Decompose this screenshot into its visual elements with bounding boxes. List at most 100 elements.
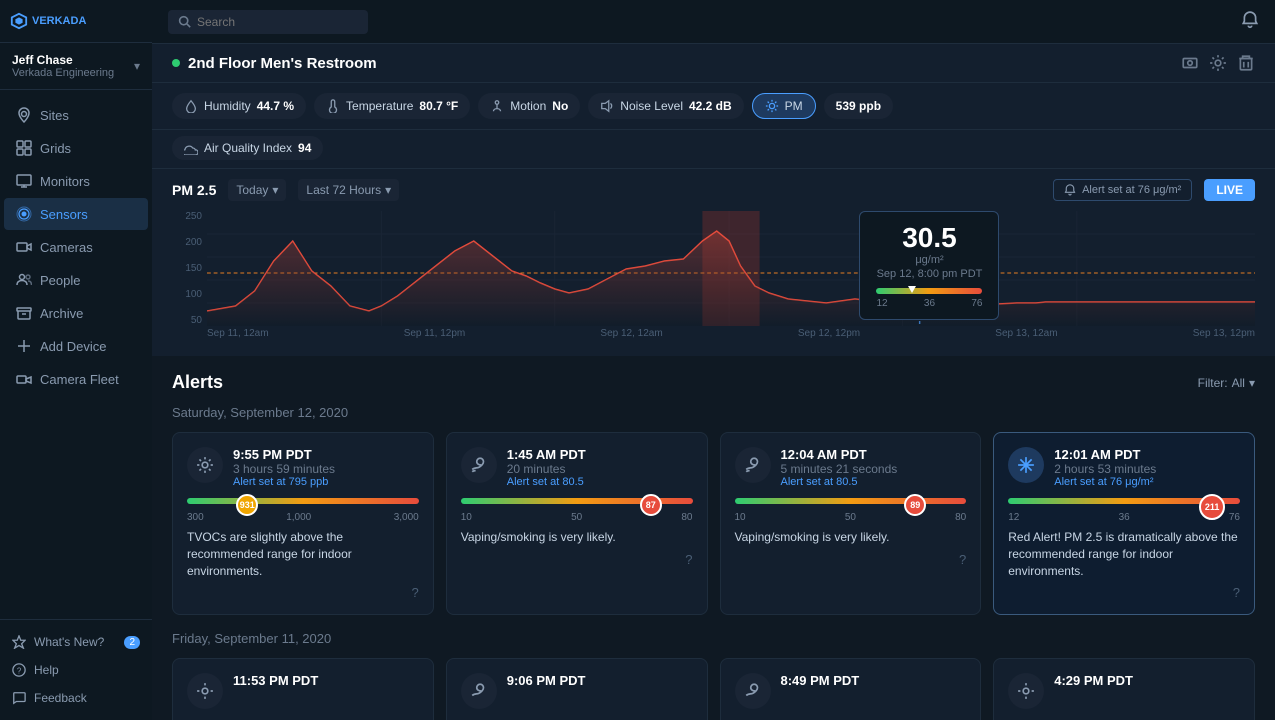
sidebar-item-camera-fleet[interactable]: Camera Fleet (4, 363, 148, 395)
alert-card-smoke2: 12:04 AM PDT 5 minutes 21 seconds Alert … (720, 432, 982, 615)
alert-card-fri-3-header: 8:49 PM PDT (735, 673, 967, 709)
chart-section: PM 2.5 Today ▾ Last 72 Hours ▾ Alert set… (152, 169, 1275, 356)
alert-footer-tvoc: ? (187, 585, 419, 600)
y-label-150: 150 (172, 263, 202, 274)
metric-pm25[interactable]: PM (752, 93, 816, 119)
sidebar-item-people[interactable]: People (4, 264, 148, 296)
y-label-200: 200 (172, 237, 202, 248)
alert-time-smoke2: 12:04 AM PDT (781, 447, 898, 462)
alert-bar-container-tvoc: 931 (187, 498, 419, 504)
sidebar-item-grids[interactable]: Grids (4, 132, 148, 164)
filter-dropdown[interactable]: Filter: All ▾ (1198, 376, 1255, 390)
sidebar-user[interactable]: Jeff Chase Verkada Engineering ▾ (0, 43, 152, 90)
metrics-bar: Humidity 44.7 % Temperature 80.7 °F Moti… (152, 83, 1275, 130)
filter-label: Filter: (1198, 376, 1228, 390)
smoke-icon-1 (470, 456, 488, 474)
info-icon-smoke1[interactable]: ? (685, 552, 692, 567)
bar-label-low: 12 (1008, 512, 1019, 523)
noise-label: Noise Level (620, 99, 683, 113)
bar-label-high: 80 (681, 512, 692, 523)
device-view-icon[interactable] (1181, 54, 1199, 72)
period-chevron: ▾ (272, 183, 278, 197)
y-label-250: 250 (172, 211, 202, 222)
sidebar-item-sensors[interactable]: Sensors (4, 198, 148, 230)
alert-card-fri-4-info: 4:29 PM PDT (1054, 673, 1133, 688)
tooltip-scale: 12 36 76 (876, 288, 982, 309)
info-icon-pm25[interactable]: ? (1233, 585, 1240, 600)
alert-threshold-tvoc: Alert set at 795 ppb (233, 476, 335, 488)
notification-bell-icon[interactable] (1241, 11, 1259, 32)
info-icon-tvoc[interactable]: ? (412, 585, 419, 600)
alerts-section: Alerts Filter: All ▾ Saturday, September… (152, 356, 1275, 720)
thermometer-icon (326, 99, 340, 113)
sidebar-item-camera-fleet-label: Camera Fleet (40, 372, 119, 387)
search-input[interactable] (197, 15, 347, 29)
monitor-icon (16, 173, 32, 189)
info-icon-smoke2[interactable]: ? (959, 552, 966, 567)
metric-temperature[interactable]: Temperature 80.7 °F (314, 93, 470, 119)
alert-time-pm25: 12:01 AM PDT (1054, 447, 1156, 462)
smoke-icon-fri2 (470, 682, 488, 700)
motion-value: No (552, 99, 568, 113)
alert-footer-smoke1: ? (461, 552, 693, 567)
temperature-value: 80.7 °F (419, 99, 458, 113)
sidebar-item-feedback[interactable]: Feedback (0, 684, 152, 712)
sidebar-item-monitors[interactable]: Monitors (4, 165, 148, 197)
period-dropdown[interactable]: Today ▾ (228, 179, 286, 201)
sun-icon (765, 99, 779, 113)
y-label-50: 50 (172, 315, 202, 326)
user-chevron: ▾ (134, 59, 140, 73)
sidebar-item-help[interactable]: ? Help (0, 656, 152, 684)
search-box[interactable] (168, 10, 368, 34)
star-icon (12, 635, 26, 649)
sidebar-item-archive-label: Archive (40, 306, 83, 321)
range-dropdown[interactable]: Last 72 Hours ▾ (298, 179, 399, 201)
sensor-icon (16, 206, 32, 222)
metric-tvoc[interactable]: 539 ppb (824, 93, 893, 119)
feedback-icon (12, 691, 26, 705)
alert-description-smoke1: Vaping/smoking is very likely. (461, 529, 693, 546)
device-settings-icon[interactable] (1209, 54, 1227, 72)
alert-threshold-smoke2: Alert set at 80.5 (781, 476, 898, 488)
chart-container[interactable]: 250 200 150 100 50 30.5 μg/m² Sep 12, 8:… (152, 211, 1275, 356)
sidebar: VERKADA Jeff Chase Verkada Engineering ▾… (0, 0, 152, 720)
whats-new-badge: 2 (124, 636, 140, 649)
alert-card-pm25: 12:01 AM PDT 2 hours 53 minutes Alert se… (993, 432, 1255, 615)
bar-label-mid: 36 (1119, 512, 1130, 523)
settings-icon-fri4 (1017, 682, 1035, 700)
metric-motion[interactable]: Motion No (478, 93, 580, 119)
live-button[interactable]: LIVE (1204, 179, 1255, 201)
alert-bar-labels-smoke1: 10 50 80 (461, 512, 693, 523)
metric-humidity[interactable]: Humidity 44.7 % (172, 93, 306, 119)
sidebar-logo[interactable]: VERKADA (10, 12, 86, 30)
sidebar-item-cameras[interactable]: Cameras (4, 231, 148, 263)
sidebar-item-add-device-label: Add Device (40, 339, 106, 354)
device-delete-icon[interactable] (1237, 54, 1255, 72)
alert-card-smoke1-header: 1:45 AM PDT 20 minutes Alert set at 80.5 (461, 447, 693, 488)
cloud-icon (184, 141, 198, 155)
sidebar-item-people-label: People (40, 273, 80, 288)
alert-description-pm25: Red Alert! PM 2.5 is dramatically above … (1008, 529, 1240, 579)
alert-icon-pm25 (1008, 447, 1044, 483)
alert-card-fri-4-header: 4:29 PM PDT (1008, 673, 1240, 709)
alert-card-fri-2: 9:06 PM PDT (446, 658, 708, 720)
metric-air-quality[interactable]: Air Quality Index 94 (172, 136, 323, 160)
alert-card-fri-1-header: 11:53 PM PDT (187, 673, 419, 709)
sidebar-item-cameras-label: Cameras (40, 240, 93, 255)
sidebar-item-sites[interactable]: Sites (4, 99, 148, 131)
sidebar-item-add-device[interactable]: Add Device (4, 330, 148, 362)
sidebar-item-archive[interactable]: Archive (4, 297, 148, 329)
bar-label-mid: 50 (845, 512, 856, 523)
alert-icon-smoke1 (461, 447, 497, 483)
chart-svg-element[interactable] (207, 211, 1255, 326)
air-quality-value: 94 (298, 141, 311, 155)
period-label: Today (236, 183, 268, 197)
metric-noise[interactable]: Noise Level 42.2 dB (588, 93, 743, 119)
chart-svg[interactable] (207, 211, 1255, 326)
bar-label-mid: 50 (571, 512, 582, 523)
sidebar-item-sites-label: Sites (40, 108, 69, 123)
user-name: Jeff Chase (12, 53, 114, 67)
alert-set-button[interactable]: Alert set at 76 μg/m² (1053, 179, 1192, 201)
droplet-icon (184, 99, 198, 113)
sidebar-item-whats-new[interactable]: What's New? 2 (0, 628, 152, 656)
